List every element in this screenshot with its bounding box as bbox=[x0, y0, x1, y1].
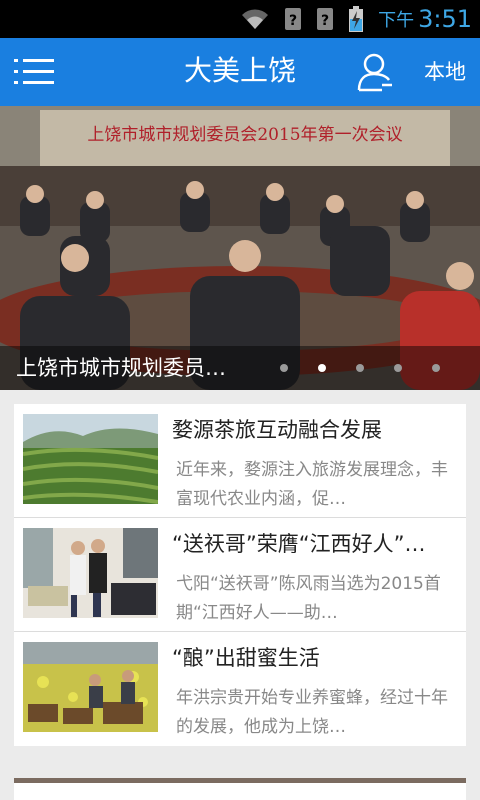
carousel-dot[interactable] bbox=[356, 364, 364, 372]
local-button[interactable]: 本地 bbox=[424, 38, 466, 106]
wifi-icon bbox=[242, 9, 269, 29]
user-icon[interactable] bbox=[356, 52, 394, 92]
news-title: “酿”出甜蜜生活 bbox=[172, 646, 320, 670]
news-title: 婺源茶旅互动融合发展 bbox=[172, 418, 382, 442]
carousel-dot[interactable] bbox=[432, 364, 440, 372]
news-list: 婺源茶旅互动融合发展 近年来，婺源注入旅游发展理念，丰富现代农业内涵，促… “送… bbox=[14, 404, 466, 746]
news-item[interactable]: “送祆哥”荣膺“江西好人”… 弋阳“送祆哥”陈风雨当选为2015首期“江西好人—… bbox=[14, 518, 466, 632]
news-item[interactable]: “酿”出甜蜜生活 年洪宗贵开始专业养蜜蜂，经过十年的发展，他成为上饶… bbox=[14, 632, 466, 746]
app-title: 大美上饶 bbox=[183, 54, 296, 87]
status-bar: ? ? 下午 3:51 bbox=[0, 0, 480, 38]
news-summary: 弋阳“送祆哥”陈风雨当选为2015首期“江西好人——助… bbox=[176, 574, 441, 623]
no-signal-icon: ? bbox=[317, 8, 334, 30]
carousel-dot[interactable] bbox=[394, 364, 402, 372]
battery-charging-icon bbox=[349, 6, 364, 32]
status-time: 3:51 bbox=[418, 5, 472, 33]
news-item[interactable]: 婺源茶旅互动融合发展 近年来，婺源注入旅游发展理念，丰富现代农业内涵，促… bbox=[14, 404, 466, 518]
news-thumbnail-people bbox=[23, 528, 158, 618]
banner-carousel[interactable]: 上饶市城市规划委员会2015年第一次会议 上饶市城市规划委员… bbox=[0, 106, 480, 390]
banner-caption: 上饶市城市规划委员… bbox=[0, 346, 480, 390]
carousel-dot-active[interactable] bbox=[318, 364, 326, 372]
next-card-image bbox=[14, 778, 466, 783]
carousel-dots bbox=[280, 346, 440, 390]
status-ampm: 下午 bbox=[378, 10, 415, 31]
news-summary: 年洪宗贵开始专业养蜜蜂，经过十年的发展，他成为上饶… bbox=[176, 688, 448, 737]
svg-text:?: ? bbox=[321, 13, 329, 29]
no-signal-icon: ? bbox=[285, 8, 302, 30]
news-thumbnail-beekeeping bbox=[23, 642, 158, 732]
svg-text:?: ? bbox=[289, 13, 297, 29]
news-summary: 近年来，婺源注入旅游发展理念，丰富现代农业内涵，促… bbox=[176, 460, 448, 509]
next-card-partial[interactable] bbox=[14, 778, 466, 800]
app-bar: 大美上饶 本地 bbox=[0, 38, 480, 106]
news-thumbnail-tea-garden bbox=[23, 414, 158, 504]
banner-title[interactable]: 上饶市城市规划委员… bbox=[16, 346, 226, 390]
carousel-dot[interactable] bbox=[280, 364, 288, 372]
banner-photo-text: 上饶市城市规划委员会2015年第一次会议 bbox=[87, 125, 402, 145]
news-title: “送祆哥”荣膺“江西好人”… bbox=[172, 532, 426, 556]
